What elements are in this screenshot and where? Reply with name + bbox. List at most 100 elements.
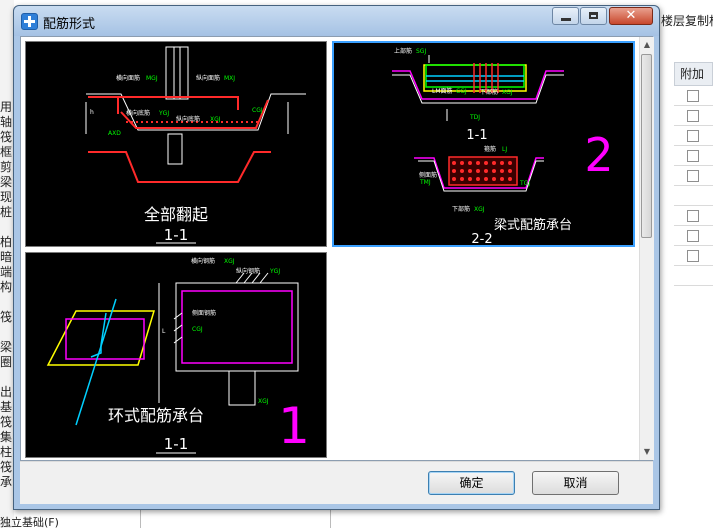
label-vertical-top: 纵向面筋 [196,74,220,82]
background-grid-row [674,166,713,186]
rebar-dot [484,169,488,173]
background-left-label: 暗 [0,250,13,264]
background-checkbox[interactable] [687,110,699,122]
pattern-option-ring-cap[interactable]: 横向钢筋 XGJ 纵向钢筋 YGJ 侧面钢筋 CGJ L XGJ 环式配筋承台 … [25,252,327,458]
rebar-dot [452,177,456,181]
background-checkbox[interactable] [687,130,699,142]
cancel-button[interactable]: 取消 [532,471,619,495]
label-face-bar: LM面筋 [432,87,453,95]
background-left-label: 构 [0,280,13,294]
background-grid-row [674,106,713,126]
label-side-bar: 侧面筋 [419,171,437,179]
pattern-gallery: 横向面筋 MGJ 纵向面筋 MXJ 横向底筋 YGJ 纵向底筋 XGJ AXD … [20,36,654,461]
label-code-sgj: SGJ [416,48,426,55]
background-left-label: 承 [0,475,13,489]
dialog-titlebar[interactable]: 配筋形式 ✕ [14,6,659,36]
close-icon: ✕ [625,8,637,23]
label-code-xgj-ring-2: XGJ [258,398,269,405]
rebar-dot [500,177,504,181]
label-horizontal-rebar: 横向钢筋 [191,257,215,265]
section-label-top: 1-1 [466,128,487,143]
label-code-b: MXJ [224,75,235,82]
background-column-header: 附加 [674,62,713,86]
background-left-label: 筏 [0,310,13,324]
scroll-thumb[interactable] [641,54,652,238]
confirm-button[interactable]: 确定 [428,471,515,495]
background-checkbox[interactable] [687,90,699,102]
scroll-up-icon[interactable]: ▲ [640,37,654,53]
background-grid-row [674,226,713,246]
close-button[interactable]: ✕ [609,7,653,25]
background-left-label: 桩 [0,205,13,219]
background-left-label: 剪 [0,160,13,174]
background-left-label: 集 [0,430,13,444]
rebar-dot [460,177,464,181]
vertical-scrollbar[interactable]: ▲ ▼ [639,37,654,460]
rebar-dot [468,169,472,173]
rebar-dot [492,177,496,181]
background-checkbox[interactable] [687,150,699,162]
panel-caption-beam-cap: 梁式配筋承台 [494,217,572,233]
rebar-dot [484,161,488,165]
rebar-dot [492,161,496,165]
background-left-label: 轴 [0,115,13,129]
background-grid-row [674,186,713,206]
label-code-xgj: XGJ [502,89,513,96]
background-checkbox[interactable] [687,210,699,222]
maximize-button[interactable] [580,7,607,25]
label-side-rebar: 侧面钢筋 [192,309,216,317]
label-stirrup: 箍筋 [484,145,496,153]
label-code-d: XGJ [210,116,221,123]
rebar-dot [460,161,464,165]
rebar-dot [492,169,496,173]
rebar-dot [500,169,504,173]
background-checkbox[interactable] [687,250,699,262]
rebar-dot [468,161,472,165]
panel-caption-full-flip: 全部翻起 [144,205,208,224]
background-window-title: 楼层复制构 [661,14,713,28]
background-left-label: 梁 [0,340,13,354]
rebar-dot [508,161,512,165]
rebar-dot [508,177,512,181]
label-dim-h: h [90,109,94,116]
background-checkbox[interactable] [687,170,699,182]
panel-caption-ring-cap: 环式配筋承台 [108,406,204,425]
background-grid [674,86,713,296]
background-grid-row [674,146,713,166]
minimize-button[interactable] [552,7,579,25]
label-code-c: YGJ [158,110,169,117]
label-code-a: MGJ [146,75,158,82]
rebar-dot [468,177,472,181]
rebar-form-dialog: 配筋形式 ✕ 横向面筋 MGJ 纵向面筋 MXJ 横向底筋 YGJ 纵向底筋 X… [13,5,660,510]
handwritten-annotation-2: 2 [584,128,613,182]
pattern-option-full-flip[interactable]: 横向面筋 MGJ 纵向面筋 MXJ 横向底筋 YGJ 纵向底筋 XGJ AXD … [25,41,327,247]
background-checkbox[interactable] [687,230,699,242]
background-left-label: 梁 [0,175,13,189]
dialog-title: 配筋形式 [43,17,96,32]
background-left-label: 柏 [0,235,13,249]
label-code-cgj: CGJ [456,88,467,95]
background-grid-row [674,246,713,266]
rebar-dot [508,169,512,173]
minimize-icon [561,18,571,21]
label-vertical-bottom: 纵向底筋 [176,115,200,123]
label-bottom-bar-2: 下部筋 [452,205,470,213]
background-left-label: 用 [0,100,13,114]
background-divider [140,510,141,528]
label-code-tmj: TMJ [419,179,431,186]
label-code-e: AXD [108,130,121,137]
background-grid-row [674,266,713,286]
ring-cap-drawing: 横向钢筋 XGJ 纵向钢筋 YGJ 侧面钢筋 CGJ L XGJ 环式配筋承台 … [46,257,310,455]
app-icon [21,13,38,30]
background-grid-row [674,86,713,106]
rebar-dot [476,169,480,173]
scroll-down-icon[interactable]: ▼ [640,444,654,460]
label-horizontal-bottom: 横向底筋 [126,109,150,117]
background-left-label: 基 [0,400,13,414]
background-left-label: 圈 [0,355,13,369]
label-bottom-bar: 下部筋 [480,88,498,96]
label-code-xgj-2: XGJ [474,206,485,213]
pattern-option-beam-cap[interactable]: 上部筋 SGJ LM面筋 CGJ 下部筋 XGJ TDJ 箍筋 LJ 侧面筋 T… [332,41,635,247]
background-left-label: 现 [0,190,13,204]
background-left-label: 筏 [0,130,13,144]
